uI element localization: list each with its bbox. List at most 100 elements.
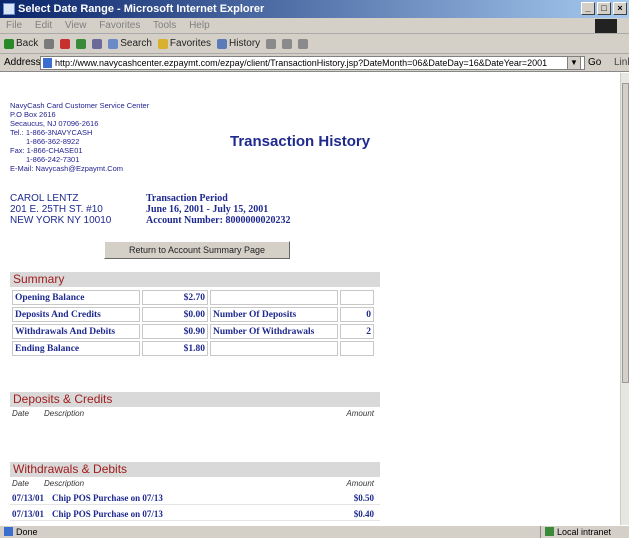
zone-label: Local intranet [557,527,612,537]
period-range: June 16, 2001 - July 15, 2001 [146,204,269,215]
search-button[interactable]: Search [108,34,152,54]
center-fax-2: 1-866-242-7301 [26,155,80,164]
withdrawals-heading: Withdrawals & Debits [10,462,380,477]
forward-button[interactable] [44,38,55,49]
center-tel: Tel.: 1-866-3NAVYCASH [10,128,93,137]
window-title-bar: Select Date Range - Microsoft Internet E… [0,0,629,18]
summary-label: Withdrawals And Debits [12,324,140,339]
transaction-period: Transaction Period June 16, 2001 - July … [146,193,290,226]
summary-label-2: Number Of Deposits [210,307,338,322]
scrollbar-thumb[interactable] [622,83,629,383]
home-button[interactable] [92,38,103,49]
favorites-label: Favorites [169,37,212,49]
page-done-icon [4,527,13,536]
account-number: 8000000020232 [225,215,291,226]
center-fax: Fax: 1-866-CHASE01 [10,146,83,155]
status-text: Done [4,526,38,538]
back-button[interactable]: Back [4,34,38,54]
maximize-button[interactable]: □ [597,2,611,15]
go-button[interactable]: Go [588,54,601,72]
txn-amount: $0.50 [353,493,374,503]
address-url: http://www.navycashcenter.ezpaymt.com/ez… [55,58,548,68]
page-icon [43,58,52,68]
center-email: E-Mail: Navycash@Ezpaymt.Com [10,164,124,173]
menu-help[interactable]: Help [189,20,210,31]
menu-tools[interactable]: Tools [153,20,176,31]
col-date: Date [12,409,29,418]
stop-icon [60,38,71,49]
favorites-button[interactable]: Favorites [157,34,212,54]
print-button[interactable] [282,38,293,49]
center-name: NavyCash Card Customer Service Center [10,101,150,110]
center-po-box: P.O Box 2616 [10,110,56,119]
browser-toolbar: Back Search Favorites History [0,34,629,54]
txn-description: Chip POS Purchase on 07/13 [52,509,163,519]
windows-logo-icon [595,19,617,33]
summary-value-2: 0 [340,307,374,322]
address-input[interactable]: http://www.navycashcenter.ezpaymt.com/ez… [40,56,585,70]
txn-date: 07/13/01 [12,493,45,503]
summary-label: Ending Balance [12,341,140,356]
period-label: Transaction Period [146,193,228,204]
customer-street: 201 E. 25TH ST. #10 [10,204,103,215]
menu-edit[interactable]: Edit [35,20,52,31]
deposits-heading: Deposits & Credits [10,392,380,407]
center-tel-2: 1-866-362-8922 [26,137,80,146]
txn-amount: $0.40 [353,509,374,519]
home-icon [92,38,103,49]
search-label: Search [120,37,152,49]
refresh-button[interactable] [76,38,87,49]
txn-description: Chip POS Purchase on 07/13 [52,493,163,503]
forward-arrow-icon [44,38,55,49]
table-row: 07/13/01 Chip POS Purchase on 07/13 $0.4… [10,507,380,521]
col-date: Date [12,479,29,488]
summary-table: Opening Balance $2.70 Deposits And Credi… [10,288,376,358]
col-amount: Amount [346,479,374,488]
summary-value-2: 2 [340,324,374,339]
ie-app-icon [3,3,15,15]
table-row: Deposits And Credits $0.00 Number Of Dep… [12,307,374,322]
vertical-scrollbar[interactable] [620,73,629,525]
summary-value: $0.00 [142,307,208,322]
summary-label: Deposits And Credits [12,307,140,322]
status-bar: Done Local intranet [0,525,629,538]
table-row: Withdrawals And Debits $0.90 Number Of W… [12,324,374,339]
back-arrow-icon [4,38,14,49]
table-row: Ending Balance $1.80 [12,341,374,356]
table-row: Opening Balance $2.70 [12,290,374,305]
summary-value: $1.80 [142,341,208,356]
col-description: Description [44,479,85,488]
close-button[interactable]: × [613,2,627,15]
page-content: NavyCash Card Customer Service Center P.… [0,73,620,525]
favorites-icon [157,38,168,49]
history-icon [217,38,228,49]
history-button[interactable]: History [217,34,260,54]
menu-view[interactable]: View [65,20,87,31]
customer-name: CAROL LENTZ [10,193,79,204]
page-title: Transaction History [230,133,371,150]
table-row: 07/13/01 Chip POS Purchase on 07/13 $0.5… [10,491,380,505]
summary-heading: Summary [10,272,380,287]
center-city: Secaucus, NJ 07096-2616 [10,119,99,128]
col-amount: Amount [346,409,374,418]
refresh-icon [76,38,87,49]
minimize-button[interactable]: _ [581,2,595,15]
menu-favorites[interactable]: Favorites [99,20,140,31]
edit-button[interactable] [298,38,309,49]
stop-button[interactable] [60,38,71,49]
summary-label-2 [210,290,338,305]
summary-label: Opening Balance [12,290,140,305]
txn-date: 07/13/01 [12,509,45,519]
summary-value-2 [340,341,374,356]
service-center-info: NavyCash Card Customer Service Center P.… [10,101,149,173]
edit-icon [298,38,309,49]
return-to-summary-button[interactable]: Return to Account Summary Page [104,241,290,259]
search-icon [108,38,119,49]
menu-file[interactable]: File [6,20,22,31]
address-bar: Address http://www.navycashcenter.ezpaym… [0,54,629,72]
mail-button[interactable] [266,38,277,49]
window-title: Select Date Range - Microsoft Internet E… [18,3,265,15]
links-button[interactable]: Links [614,54,629,72]
address-dropdown-button[interactable]: ▼ [567,56,581,70]
account-number-label: Account Number: [146,215,223,226]
